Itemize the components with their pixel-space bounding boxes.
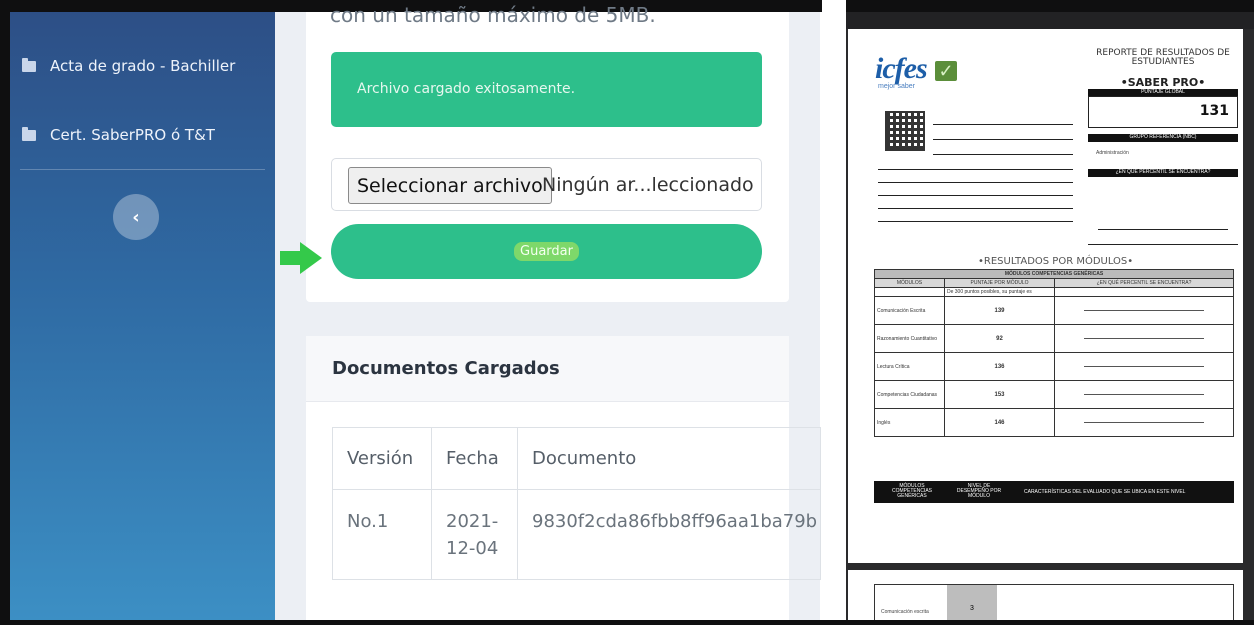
report-page-2[interactable]: Comunicación escrita 3 [848, 570, 1243, 625]
page2-module-name: Comunicación escrita [881, 609, 929, 615]
table-row: Lectura Crítica 136 [874, 352, 1234, 381]
column-header-fecha: Fecha [431, 427, 518, 490]
module-name: Razonamiento Cuantitativo [874, 324, 945, 353]
module-name: Competencias Ciudadanas [874, 380, 945, 409]
table-row: Comunicación Escrita 139 [874, 296, 1234, 325]
bottom-header-bar: MÓDULOS COMPETENCIAS GENÉRICAS NIVEL DE … [874, 481, 1234, 503]
pane-gap [822, 0, 846, 625]
module-name: Lectura Crítica [874, 352, 945, 381]
module-score: 92 [944, 324, 1055, 353]
page2-table: Comunicación escrita 3 [874, 584, 1234, 625]
logo-tagline: mejor saber [878, 83, 915, 90]
module-name: Inglés [874, 408, 945, 437]
bottom-header-modulos: MÓDULOS COMPETENCIAS GENÉRICAS [891, 483, 932, 499]
file-input[interactable]: Seleccionar archivo Ningún ar...lecciona… [331, 158, 762, 211]
main-clip: con un tamaño máximo de 5MB. Archivo car… [0, 0, 822, 625]
save-button[interactable]: Guardar [331, 224, 762, 279]
module-score: 153 [944, 380, 1055, 409]
module-percentile [1054, 296, 1234, 325]
table-row: Inglés 146 [874, 408, 1234, 437]
file-name-text: Ningún ar...leccionado [542, 174, 754, 196]
icfes-logo: icfes [875, 52, 928, 85]
grupo-value: Administración [1096, 150, 1129, 156]
frame-left [0, 0, 10, 625]
module-percentile [1054, 352, 1234, 381]
module-score: 136 [944, 352, 1055, 381]
table-row: MÓDULOS PUNTAJE POR MÓDULO ¿EN QUÉ PERCE… [874, 278, 1234, 288]
column-header-version: Versión [332, 427, 432, 490]
module-name: Comunicación Escrita [874, 296, 945, 325]
rule [878, 169, 1073, 170]
report-title: REPORTE DE RESULTADOS DE ESTUDIANTES [1096, 48, 1230, 67]
table-row: Razonamiento Cuantitativo 92 [874, 324, 1234, 353]
table-header-row: Versión Fecha Documento [332, 427, 821, 490]
table-row: MÓDULOS COMPETENCIAS GENÉRICAS [874, 269, 1234, 279]
rule [878, 208, 1073, 209]
documents-title: Documentos Cargados [332, 358, 560, 379]
grupo-referencia-bar: GRUPO REFERENCIA (NBC) [1088, 134, 1238, 142]
rule [933, 139, 1073, 140]
global-score: 131 [1199, 103, 1229, 119]
column-header-documento: Documento [517, 427, 821, 490]
rule [878, 195, 1073, 196]
table-row: Competencias Ciudadanas 153 [874, 380, 1234, 409]
resultados-title: •RESULTADOS POR MÓDULOS• [978, 256, 1134, 267]
score-box: 131 [1088, 96, 1238, 128]
rule [878, 221, 1073, 222]
col-header-puntaje: PUNTAJE POR MÓDULO [944, 278, 1055, 288]
arrow-right-icon [280, 242, 322, 274]
bottom-header-caracteristicas: CARACTERÍSTICAS DEL EVALUADO QUE SE UBIC… [1024, 489, 1186, 495]
bottom-header-nivel: NIVEL DE DESEMPEÑO POR MÓDULO [956, 483, 1002, 499]
cell-fecha: 2021- 12-04 [431, 489, 518, 580]
module-score: 146 [944, 408, 1055, 437]
module-score: 139 [944, 296, 1055, 325]
checkmark-icon: ✓ [935, 61, 957, 81]
modules-table-header: MÓDULOS COMPETENCIAS GENÉRICAS [874, 269, 1234, 279]
module-percentile [1054, 408, 1234, 437]
sub-header: De 300 puntos posibles, su puntaje es [944, 287, 1055, 297]
report-subtitle: •SABER PRO• [1120, 76, 1206, 89]
page2-level: 3 [947, 585, 997, 625]
documents-table: Versión Fecha Documento No.1 2021- 12-04… [332, 427, 821, 580]
report-page-1[interactable]: icfes ✓ mejor saber REPORTE DE RESULTADO… [848, 29, 1243, 563]
cell-fecha-line2: 12-04 [446, 538, 499, 559]
upload-hint-text: con un tamaño máximo de 5MB. [330, 3, 656, 27]
viewer-toolbar [846, 12, 1254, 29]
col-header-percentil: ¿EN QUÉ PERCENTIL SE ENCUENTRA? [1054, 278, 1234, 288]
rule [933, 124, 1073, 125]
save-button-label: Guardar [514, 242, 579, 261]
percentil-bar: ¿EN QUÉ PERCENTIL SE ENCUENTRA? [1088, 169, 1238, 177]
rule [1088, 244, 1238, 245]
select-file-button[interactable]: Seleccionar archivo [348, 167, 552, 204]
qr-code [885, 111, 925, 151]
module-percentile [1054, 380, 1234, 409]
rule [878, 182, 1073, 183]
cell-documento-link[interactable]: 9830f2cda86fbb8ff96aa1ba79b [517, 489, 821, 580]
percentil-scale [1098, 229, 1228, 230]
table-row: De 300 puntos posibles, su puntaje es [874, 287, 1234, 297]
frame-bottom [0, 620, 1254, 625]
cell-version: No.1 [332, 489, 432, 580]
modules-table: MÓDULOS COMPETENCIAS GENÉRICAS MÓDULOS P… [874, 269, 1234, 437]
col-header-modulos: MÓDULOS [874, 278, 945, 288]
cell-fecha-line1: 2021- [446, 511, 499, 532]
success-alert: Archivo cargado exitosamente. [331, 52, 762, 127]
rule [933, 154, 1073, 155]
module-percentile [1054, 324, 1234, 353]
table-row: No.1 2021- 12-04 9830f2cda86fbb8ff96aa1b… [332, 489, 821, 580]
